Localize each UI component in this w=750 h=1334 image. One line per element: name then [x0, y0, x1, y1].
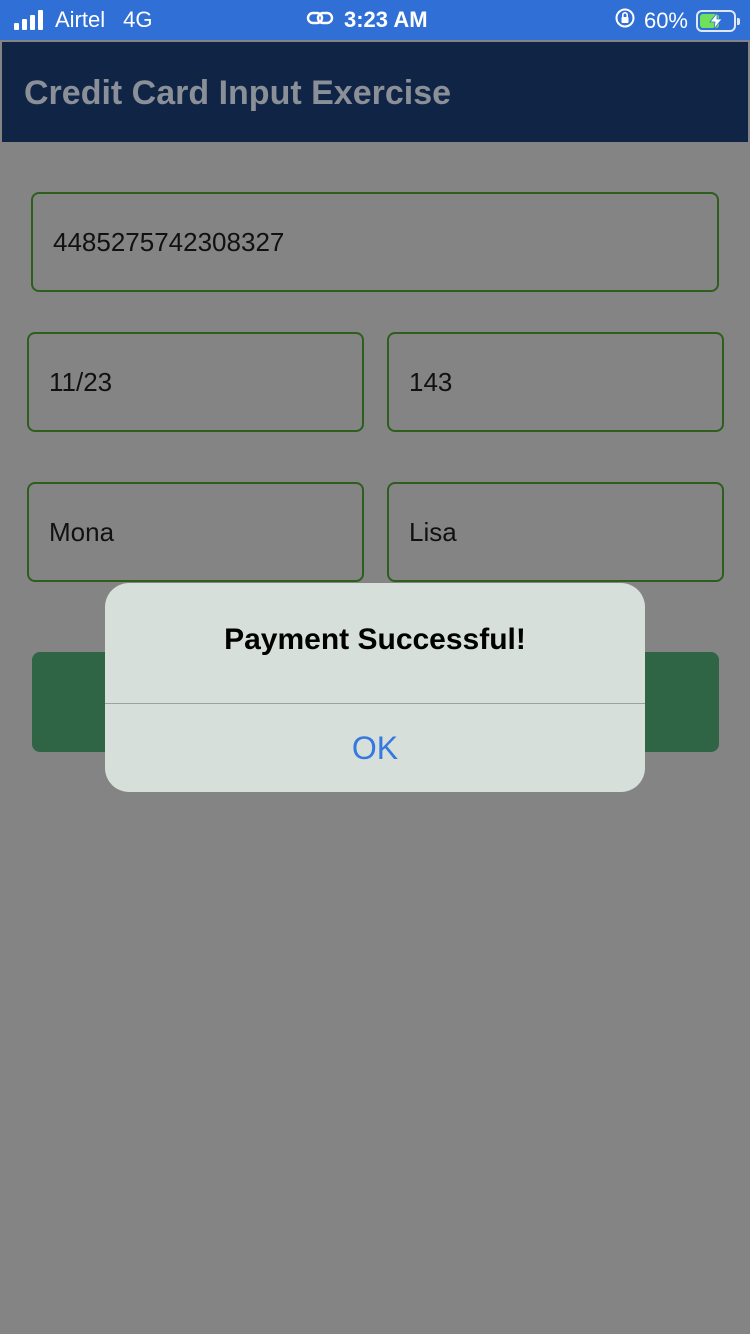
expiry-field[interactable]: [27, 332, 364, 432]
last-name-input[interactable]: [409, 516, 722, 548]
battery-charging-icon: [696, 10, 740, 32]
status-bar-right: 60%: [614, 7, 740, 35]
status-time: 3:23 AM: [344, 7, 428, 32]
expiry-input[interactable]: [49, 366, 362, 398]
battery-percent: 60%: [643, 8, 688, 33]
link-icon: [306, 7, 334, 33]
page-title: Credit Card Input Exercise: [24, 74, 452, 112]
alert-dialog: Payment Successful! OK: [105, 583, 645, 792]
status-bar-left: Airtel 4G: [14, 7, 152, 33]
signal-icon: [14, 10, 43, 30]
alert-title: Payment Successful!: [224, 623, 526, 656]
card-number-input[interactable]: [53, 226, 717, 258]
network-type: 4G: [123, 7, 153, 32]
last-name-field[interactable]: [387, 482, 724, 582]
alert-ok-button[interactable]: OK: [105, 704, 645, 792]
status-bar: Airtel 4G 3:23 AM 60%: [0, 0, 750, 40]
first-name-field[interactable]: [27, 482, 364, 582]
app-header: Credit Card Input Exercise: [2, 42, 748, 142]
carrier-name: Airtel: [55, 7, 106, 32]
cvc-field[interactable]: [387, 332, 724, 432]
first-name-input[interactable]: [49, 516, 362, 548]
card-number-field[interactable]: [31, 192, 719, 292]
cvc-input[interactable]: [409, 366, 722, 398]
orientation-lock-icon: [614, 7, 636, 35]
status-bar-center: 3:23 AM: [306, 7, 428, 33]
